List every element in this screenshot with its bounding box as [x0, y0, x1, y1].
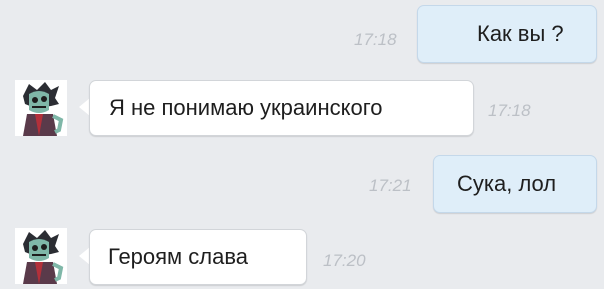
message-text: Сука, лол	[457, 171, 557, 196]
message-text: Как вы ?	[477, 21, 564, 46]
zombie-avatar-icon	[15, 228, 67, 284]
message-timestamp: 17:18	[354, 30, 397, 49]
incoming-message-bubble[interactable]: Героям слава	[89, 229, 307, 285]
incoming-message-bubble[interactable]: Я не понимаю украинского	[89, 80, 474, 136]
message-timestamp: 17:18	[488, 101, 531, 120]
outgoing-message-bubble[interactable]: Как вы ?	[417, 5, 597, 63]
outgoing-message-bubble[interactable]: Сука, лол	[433, 155, 597, 213]
contact-avatar[interactable]	[15, 228, 67, 284]
chat-thread: 17:18 Как вы ? Я не понимаю украинского …	[0, 0, 604, 289]
message-text: Я не понимаю украинского	[109, 95, 383, 120]
message-text: Героям слава	[108, 244, 249, 269]
zombie-avatar-icon	[15, 80, 67, 136]
contact-avatar[interactable]	[15, 80, 67, 136]
message-timestamp: 17:21	[369, 176, 412, 195]
message-timestamp: 17:20	[323, 251, 366, 270]
